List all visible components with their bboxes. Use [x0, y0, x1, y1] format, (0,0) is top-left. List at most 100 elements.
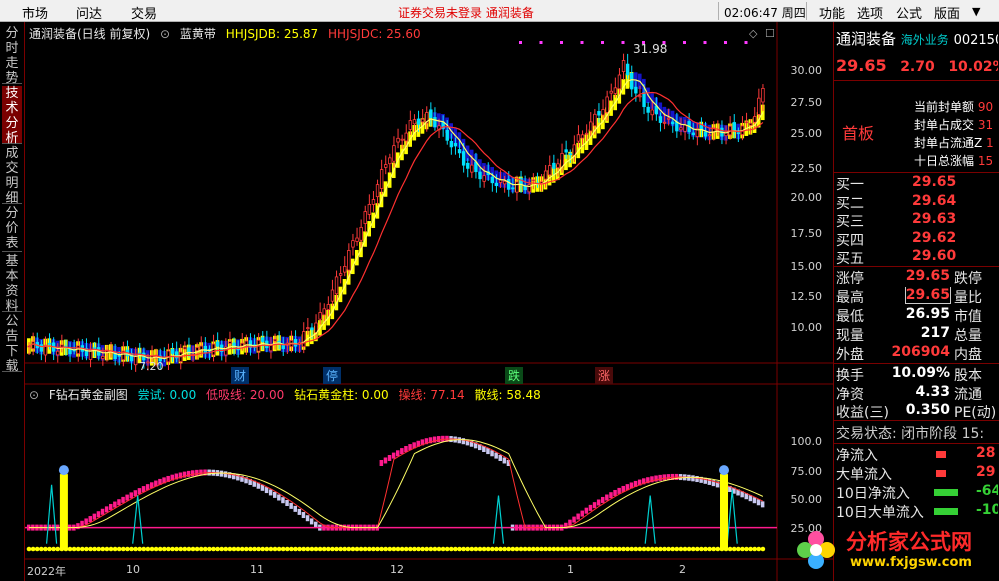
candle-body [375, 184, 380, 198]
attempt-spike [492, 495, 505, 544]
tab-trades[interactable]: 成交明细 [2, 146, 22, 206]
candle-body [330, 289, 335, 302]
baseline-dot [47, 546, 52, 552]
candle-body [490, 176, 495, 184]
candle-body [363, 211, 367, 224]
diamond-icon[interactable]: ◇ [749, 27, 757, 40]
indicator-bar [277, 494, 281, 501]
tab-technical[interactable]: 技术分析 [2, 86, 22, 146]
candle-body [683, 124, 687, 132]
baseline-dot [67, 546, 73, 552]
stat-right-label: 流通 [954, 386, 982, 403]
candlestick-chart[interactable] [25, 22, 833, 581]
indicator-bar [113, 501, 117, 508]
fundamental-row: 净资 4.33 流通 [836, 384, 998, 403]
baseline-dot [522, 546, 528, 552]
menu-wenda[interactable]: 问达 [76, 3, 102, 22]
candle-body [343, 266, 347, 273]
concept-tag[interactable]: 海外业务 [901, 33, 949, 47]
indicator-bar [121, 496, 125, 503]
baseline-dot [637, 546, 643, 552]
baseline-dot [145, 546, 151, 552]
menu-formula[interactable]: 公式 [896, 3, 922, 22]
event-mark-fall[interactable]: 跌 [505, 367, 524, 384]
event-mark-halt[interactable]: 停 [323, 367, 342, 384]
bid-row: 买二 29.64 [836, 193, 998, 212]
sub-indicator-title[interactable]: F钻石黄金副图 [49, 388, 128, 402]
tab-price-table[interactable]: 分价表 [2, 206, 22, 252]
candle-body [215, 341, 220, 347]
settings-icon[interactable]: ⊙ [160, 27, 170, 41]
baseline-dot [625, 546, 630, 552]
baseline-dot [338, 546, 343, 552]
candle-body [183, 346, 187, 350]
stat-row: 最高 29.65 量比 [836, 287, 998, 306]
menu-market[interactable]: 市场 [22, 3, 48, 22]
indicator-bar [391, 452, 396, 459]
baseline-dot [498, 546, 503, 552]
menu-layout[interactable]: 版面 [934, 3, 960, 22]
candle-body [543, 170, 548, 180]
x-tick: 12 [390, 563, 404, 576]
tab-intraday[interactable]: 分时走势 [2, 26, 22, 86]
event-mark-rise[interactable]: 涨 [595, 367, 614, 384]
indicator-bar [117, 499, 121, 506]
price-tick: 20.00 [790, 191, 823, 204]
bid-label: 买一 [836, 177, 864, 193]
baseline-dot [71, 546, 77, 552]
candle-body [564, 149, 568, 153]
menu-options[interactable]: 选项 [857, 3, 883, 22]
baseline-dot [297, 546, 302, 552]
indicator-bar [268, 489, 273, 496]
indicator-bar [92, 513, 97, 520]
candle-body [478, 171, 482, 180]
chevron-down-icon[interactable]: ▼ [972, 5, 980, 18]
baseline-dot [227, 546, 233, 552]
baseline-dot [567, 546, 573, 552]
candle-body [351, 240, 355, 248]
baseline-dot [383, 546, 389, 552]
event-mark-finance[interactable]: 财 [231, 367, 250, 384]
legend-changshi: 尝试: 0.00 [137, 388, 197, 402]
candle-body [367, 204, 372, 215]
settings-icon[interactable]: ⊙ [29, 388, 39, 402]
baseline-dot [207, 546, 212, 552]
baseline-dot [362, 546, 368, 552]
tab-announcements[interactable]: 公告下载 [2, 314, 22, 374]
baseline-dot [399, 546, 405, 552]
candle-body [39, 344, 44, 352]
indicator-bar [580, 510, 584, 517]
login-notice[interactable]: 证券交易未登录 通润装备 [398, 4, 534, 21]
indicator-name[interactable]: 蓝黄带 [180, 27, 216, 41]
tab-fundamentals[interactable]: 基本资料 [2, 254, 22, 314]
divider [718, 2, 719, 20]
flow-bar [934, 489, 958, 496]
stat-right-label: 市值 [954, 309, 982, 325]
baseline-dot [63, 546, 69, 552]
indicator-bar [281, 497, 285, 504]
baseline-dot [465, 546, 471, 552]
indicator-bar [191, 470, 195, 477]
candle-body [318, 312, 322, 320]
signal-dot [539, 41, 543, 44]
indicator-bar [186, 470, 191, 477]
menu-function[interactable]: 功能 [819, 3, 845, 22]
candle-body [548, 165, 552, 176]
baseline-dot [682, 546, 688, 552]
baseline-dot [182, 546, 188, 552]
baseline-dot [178, 546, 183, 552]
legend-zuanshi: 钻石黄金柱: 0.00 [294, 388, 389, 402]
checkbox-icon[interactable]: ☐ [765, 27, 775, 40]
baseline-dot [543, 546, 548, 552]
menu-trade[interactable]: 交易 [131, 3, 157, 22]
baseline-dot [276, 546, 282, 552]
candle-body [568, 153, 572, 156]
indicator-bar [309, 518, 314, 525]
baseline-dot [104, 546, 110, 552]
seal-label: 当前封单额 [914, 100, 975, 114]
candle-body [560, 153, 564, 168]
chart-area[interactable]: 通润装备(日线 前复权) ⊙ 蓝黄带 HHJSJDB: 25.87 HHJSJD… [24, 22, 833, 581]
stat-label: 外盘 [836, 347, 864, 363]
baseline-dot [477, 546, 483, 552]
indicator-bar [568, 519, 572, 526]
